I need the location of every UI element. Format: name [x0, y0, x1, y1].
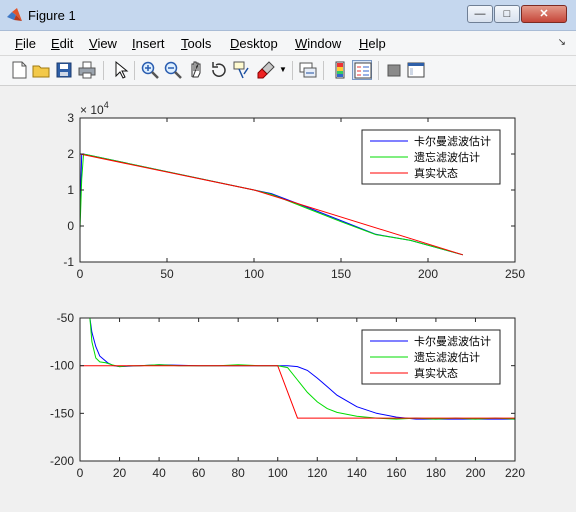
- print-icon: [78, 61, 96, 79]
- legend-label: 卡尔曼滤波估计: [414, 135, 491, 148]
- y-axis-exponent: × 104: [80, 100, 109, 117]
- maximize-icon: □: [503, 8, 511, 20]
- hide-tools-icon: [387, 64, 401, 77]
- maximize-button[interactable]: □: [494, 5, 520, 23]
- axes-2: 0 20 40 60 80 100 120 140 160 180 200 220 -200 -150 -1…: [50, 311, 525, 480]
- rotate-3d-icon: [212, 62, 226, 77]
- y-tick-label: 2: [67, 147, 74, 161]
- toolbar-separator: [103, 61, 104, 80]
- colorbar-icon: [335, 61, 345, 79]
- legend-label: 遗忘滤波估计: [414, 150, 480, 164]
- legend: 卡尔曼滤波估计遗忘滤波估计真实状态: [361, 129, 501, 185]
- minimize-button[interactable]: —: [467, 5, 493, 23]
- open-file-button[interactable]: [31, 60, 51, 80]
- menu-tools[interactable]: Tools: [181, 36, 211, 51]
- matlab-logo-icon: [7, 8, 22, 21]
- open-file-icon: [32, 65, 50, 78]
- y-tick-label: -1: [63, 255, 74, 269]
- dock-arrow-icon[interactable]: ↘: [558, 37, 566, 48]
- exponent-power: 4: [104, 100, 109, 110]
- x-tick-label: 250: [505, 267, 525, 281]
- menu-edit[interactable]: Edit: [51, 36, 73, 51]
- legend-label: 真实状态: [414, 166, 458, 180]
- legend-button[interactable]: [352, 60, 372, 80]
- y-tick-label: 3: [67, 111, 74, 125]
- x-tick-label: 120: [307, 466, 327, 480]
- data-cursor-icon: [233, 61, 249, 79]
- x-tick-label: 100: [268, 466, 288, 480]
- new-figure-icon: [12, 61, 27, 79]
- pointer-icon: [115, 60, 129, 79]
- hide-plot-tools-button[interactable]: [384, 60, 404, 80]
- exponent-base: × 10: [80, 103, 104, 117]
- pan-icon: [191, 61, 201, 78]
- legend-icon: [354, 62, 372, 79]
- brush-icon: [257, 61, 275, 79]
- print-button[interactable]: [77, 60, 97, 80]
- x-tick-label: 200: [465, 466, 485, 480]
- axes-1: 0 50 100 150 200 250-10123× 104卡尔曼滤波估计遗忘滤波估计真…: [63, 100, 525, 281]
- minimize-icon: —: [474, 8, 486, 20]
- zoom-in-icon: [141, 61, 159, 79]
- x-tick-label: 40: [152, 466, 166, 480]
- zoom-in-button[interactable]: [140, 60, 160, 80]
- y-tick-label: 0: [67, 219, 74, 233]
- legend: 卡尔曼滤波估计遗忘滤波估计真实状态: [361, 329, 501, 385]
- menu-bar: File Edit View Insert Tools Desktop Wind…: [0, 31, 576, 56]
- y-tick-label: -200: [50, 454, 74, 468]
- x-tick-label: 100: [244, 267, 264, 281]
- save-button[interactable]: [54, 60, 74, 80]
- x-tick-label: 150: [331, 267, 351, 281]
- show-tools-icon: [407, 62, 425, 78]
- x-tick-label: 0: [77, 466, 84, 480]
- x-tick-label: 80: [232, 466, 246, 480]
- menu-desktop[interactable]: Desktop: [230, 36, 278, 51]
- x-tick-label: 180: [426, 466, 446, 480]
- close-button[interactable]: ✕: [521, 5, 567, 23]
- legend-label: 卡尔曼滤波估计: [414, 335, 491, 348]
- colorbar-button[interactable]: [330, 60, 350, 80]
- close-icon: ✕: [539, 8, 549, 20]
- x-tick-label: 220: [505, 466, 525, 480]
- toolbar-separator: [292, 61, 293, 80]
- legend-label: 真实状态: [414, 366, 458, 380]
- link-plot-button[interactable]: [298, 60, 318, 80]
- pointer-button[interactable]: [110, 60, 130, 80]
- show-plot-tools-button[interactable]: [406, 60, 426, 80]
- x-tick-label: 140: [347, 466, 367, 480]
- y-tick-label: -150: [50, 406, 74, 420]
- x-tick-label: 0: [77, 267, 84, 281]
- menu-file[interactable]: File: [15, 36, 36, 51]
- zoom-out-button[interactable]: [163, 60, 183, 80]
- x-tick-label: 60: [192, 466, 206, 480]
- x-tick-label: 50: [160, 267, 174, 281]
- menu-insert[interactable]: Insert: [132, 36, 165, 51]
- menu-view[interactable]: View: [89, 36, 117, 51]
- pan-button[interactable]: [186, 60, 206, 80]
- link-plot-icon: [299, 62, 317, 78]
- y-tick-label: 1: [67, 183, 74, 197]
- toolbar-separator: [378, 61, 379, 80]
- data-cursor-button[interactable]: [232, 60, 252, 80]
- new-figure-button[interactable]: [9, 60, 29, 80]
- toolbar-separator: [134, 61, 135, 80]
- menu-window[interactable]: Window: [295, 36, 341, 51]
- brush-button[interactable]: [256, 60, 276, 80]
- figure-canvas: 0 50 100 150 200 250-10123× 104卡尔曼滤波估计遗忘滤波估计真…: [50, 100, 525, 480]
- x-tick-label: 160: [386, 466, 406, 480]
- window-titlebar[interactable]: Figure 1 — □ ✕: [0, 0, 576, 31]
- x-tick-label: 200: [418, 267, 438, 281]
- window-title: Figure 1: [28, 8, 76, 23]
- figure-toolbar: ▼: [0, 56, 576, 86]
- toolbar-separator: [323, 61, 324, 80]
- y-tick-label: -50: [57, 311, 75, 325]
- legend-label: 遗忘滤波估计: [414, 350, 480, 364]
- y-tick-label: -100: [50, 359, 74, 373]
- brush-dropdown-icon[interactable]: ▼: [279, 65, 287, 74]
- x-tick-label: 20: [113, 466, 127, 480]
- menu-help[interactable]: Help: [359, 36, 386, 51]
- save-icon: [56, 62, 72, 78]
- zoom-out-icon: [164, 61, 182, 79]
- rotate-3d-button[interactable]: [209, 60, 229, 80]
